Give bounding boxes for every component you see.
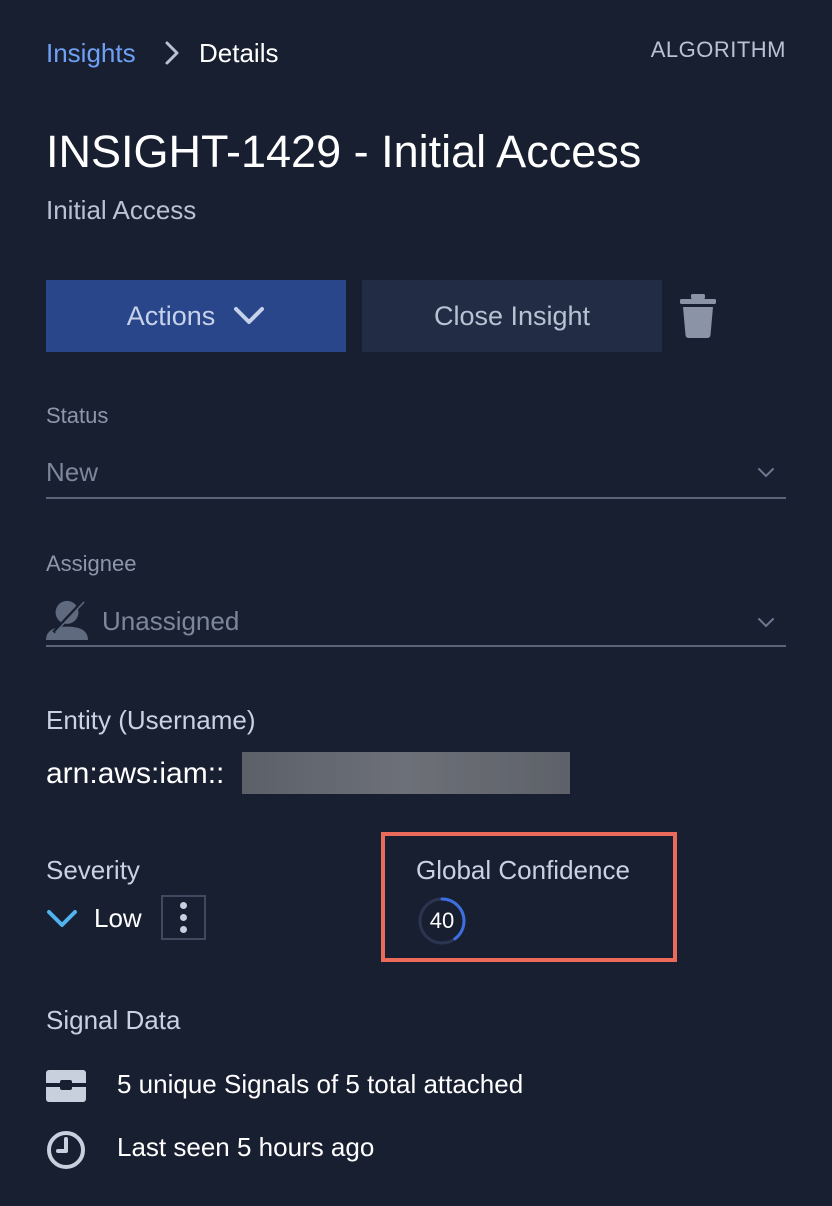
close-insight-button[interactable]: Close Insight	[362, 280, 662, 352]
chevron-down-icon	[758, 468, 774, 478]
kebab-dot	[180, 902, 187, 909]
assignee-label: Assignee	[46, 551, 137, 576]
assignee-value: Unassigned	[102, 606, 240, 636]
global-confidence-label: Global Confidence	[416, 855, 630, 885]
status-label: Status	[46, 403, 109, 428]
signal-data-label: Signal Data	[46, 1005, 181, 1035]
user-icon	[46, 600, 88, 641]
assignee-select[interactable]: Unassigned	[46, 596, 786, 646]
breadcrumb-current: Details	[199, 38, 279, 68]
clock-icon	[47, 1131, 85, 1169]
actions-button[interactable]: Actions	[46, 280, 346, 352]
trash-icon[interactable]	[680, 294, 716, 338]
page-title: INSIGHT-1429 - Initial Access	[46, 126, 642, 177]
chevron-down-icon	[47, 910, 77, 927]
signal-card-icon	[46, 1070, 86, 1102]
kebab-dot	[180, 926, 187, 933]
breadcrumb-link-insights[interactable]: Insights	[46, 36, 136, 70]
kebab-dot	[180, 914, 187, 921]
page-subtitle: Initial Access	[46, 195, 197, 225]
severity-more-button[interactable]	[161, 895, 206, 940]
global-confidence-value: 40	[429, 908, 455, 933]
algorithm-badge: ALGORITHM	[650, 37, 786, 62]
entity-value: arn:aws:iam::	[46, 757, 225, 790]
signals-count-text: 5 unique Signals of 5 total attached	[117, 1069, 524, 1099]
status-underline	[46, 497, 786, 499]
close-insight-button-label: Close Insight	[433, 300, 591, 331]
status-select[interactable]: New	[46, 450, 786, 500]
severity-label: Severity	[46, 855, 140, 885]
chevron-down-icon	[758, 618, 774, 628]
redacted-block	[242, 752, 570, 794]
chevron-right-icon	[165, 41, 179, 65]
chevron-down-icon	[234, 307, 265, 324]
assignee-underline	[46, 645, 786, 647]
severity-value: Low	[94, 903, 142, 933]
actions-button-label: Actions	[126, 300, 216, 331]
status-value: New	[46, 457, 99, 487]
breadcrumb: Insights Details ALGORITHM	[0, 0, 832, 100]
entity-label: Entity (Username)	[46, 705, 256, 735]
last-seen-text: Last seen 5 hours ago	[117, 1132, 375, 1162]
